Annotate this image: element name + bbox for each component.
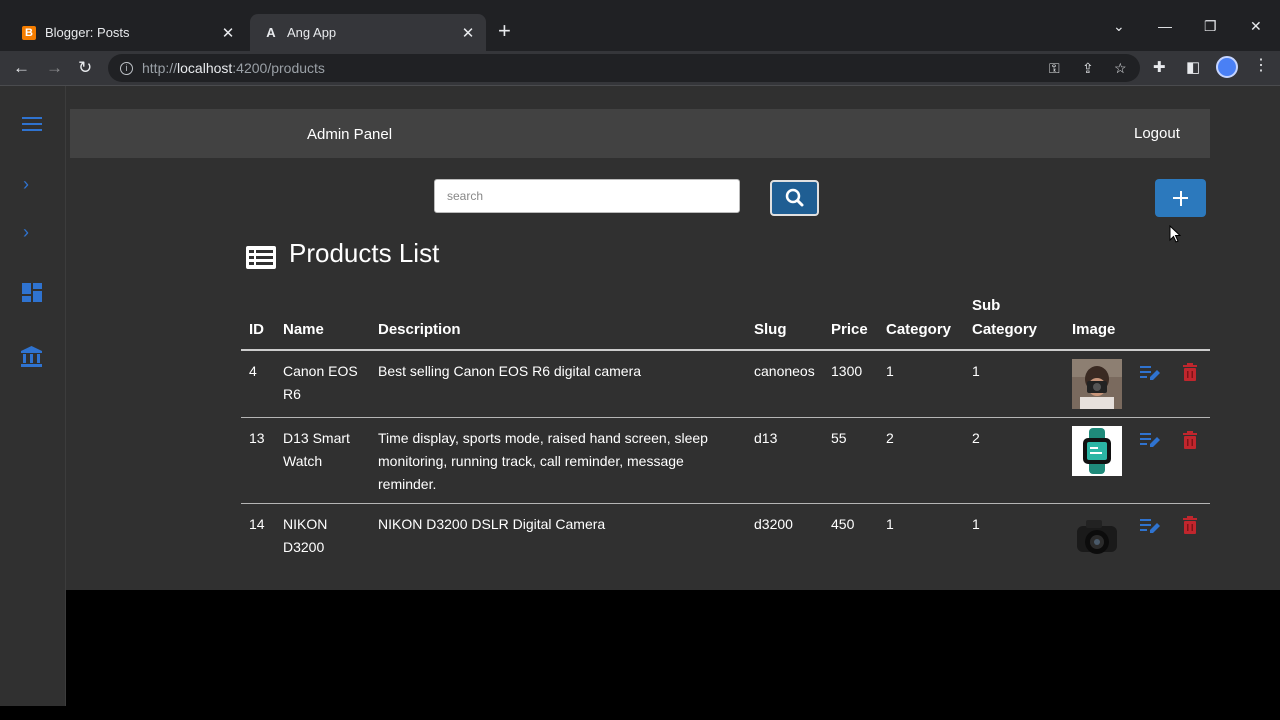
row-divider [241,503,1210,504]
dashboard-icon[interactable] [22,283,42,302]
key-icon[interactable]: ⚿ [1049,60,1060,77]
cell-subcategory: 1 [972,363,980,379]
cell-price: 1300 [831,363,863,379]
edit-icon[interactable] [1140,364,1160,382]
cell-price: 55 [831,430,847,446]
bank-icon[interactable] [21,346,42,367]
table-header-divider [241,349,1210,351]
tab-search-icon[interactable]: ⌄ [1113,18,1125,35]
menu-icon[interactable] [22,117,42,135]
blogger-icon: B [22,25,36,40]
angular-icon: A [266,25,276,40]
reload-icon[interactable]: ↻ [78,57,92,79]
column-header-description: Description [378,321,461,338]
cell-price: 450 [831,516,855,532]
profile-avatar[interactable] [1216,56,1238,78]
cell-category: 1 [886,363,894,379]
cell-description: Best selling Canon EOS R6 digital camera [378,363,642,379]
column-header-image: Image [1072,321,1116,338]
column-header-category: Category [886,321,952,338]
cell-description: Time display, sports mode, raised hand s… [378,430,708,492]
cell-slug: canoneos [754,363,815,379]
column-header-subcategory-line1: Sub [972,297,1001,314]
restore-button[interactable]: ❐ [1204,18,1217,35]
back-icon[interactable]: ← [13,57,30,79]
forward-icon[interactable]: → [46,57,63,79]
cell-description: NIKON D3200 DSLR Digital Camera [378,516,606,532]
search-button[interactable] [770,180,819,216]
delete-icon[interactable] [1183,516,1197,534]
cell-id: 14 [249,516,265,532]
close-window-button[interactable]: ✕ [1250,18,1262,35]
delete-icon[interactable] [1183,363,1197,381]
column-header-price: Price [831,321,868,338]
address-bar[interactable]: i http://localhost:4200/products ⚿ ⇪ ☆ [108,54,1140,82]
column-header-subcategory-line2: Category [972,321,1038,338]
sidebar [0,86,66,706]
edit-icon[interactable] [1140,517,1160,535]
cell-slug: d13 [754,430,778,446]
close-icon[interactable]: ✕ [218,24,238,42]
cell-id: 13 [249,430,265,446]
browser-tabbar: B Blogger: Posts ✕ A Ang App ✕ + ⌄ — ❐ ✕ [0,0,1280,51]
side-panel-icon[interactable]: ◧ [1186,58,1200,76]
product-image [1072,426,1122,476]
search-input[interactable] [434,179,740,213]
row-divider [241,417,1210,418]
tab-blogger[interactable]: B Blogger: Posts ✕ [8,14,246,51]
tab-title: Ang App [287,25,337,40]
url-path: :4200/products [232,60,325,76]
tab-ang-app[interactable]: A Ang App ✕ [250,14,486,51]
share-icon[interactable]: ⇪ [1082,60,1094,77]
cell-subcategory: 2 [972,430,980,446]
column-header-name: Name [283,321,324,338]
browser-menu-icon[interactable]: ⋮ [1253,55,1269,75]
cell-name: D13 Smart Watch [283,430,350,469]
url-host: localhost [177,60,233,76]
url-scheme: http:// [142,60,178,76]
cell-id: 4 [249,363,257,379]
column-header-slug: Slug [754,321,787,338]
close-icon[interactable]: ✕ [458,24,478,42]
cell-name: NIKON D3200 [283,516,328,555]
tab-title: Blogger: Posts [45,25,130,40]
edit-icon[interactable] [1140,431,1160,449]
search-icon [785,188,804,207]
cell-slug: d3200 [754,516,793,532]
add-product-button[interactable] [1155,179,1206,217]
header-title: Admin Panel [307,126,393,143]
cell-name: Canon EOS R6 [283,363,358,402]
app-header [70,109,1210,158]
chevron-right-icon[interactable]: › [23,174,29,195]
browser-toolbar: ← → ↻ i http://localhost:4200/products ⚿… [0,51,1280,86]
chevron-right-icon[interactable]: › [23,222,29,243]
cell-subcategory: 1 [972,516,980,532]
list-icon [246,246,276,269]
extensions-icon[interactable]: ✚ [1153,58,1166,76]
cell-category: 2 [886,430,894,446]
minimize-button[interactable]: — [1158,18,1172,34]
column-header-id: ID [249,321,264,338]
delete-icon[interactable] [1183,431,1197,449]
product-image [1072,512,1122,562]
cell-category: 1 [886,516,894,532]
page-title: Products List [289,238,440,268]
logout-link[interactable]: Logout [1134,125,1180,142]
product-image [1072,359,1122,409]
site-info-icon[interactable]: i [120,61,133,75]
mouse-cursor-icon [1169,225,1181,243]
new-tab-button[interactable]: + [498,19,511,43]
bookmark-star-icon[interactable]: ☆ [1114,60,1127,77]
